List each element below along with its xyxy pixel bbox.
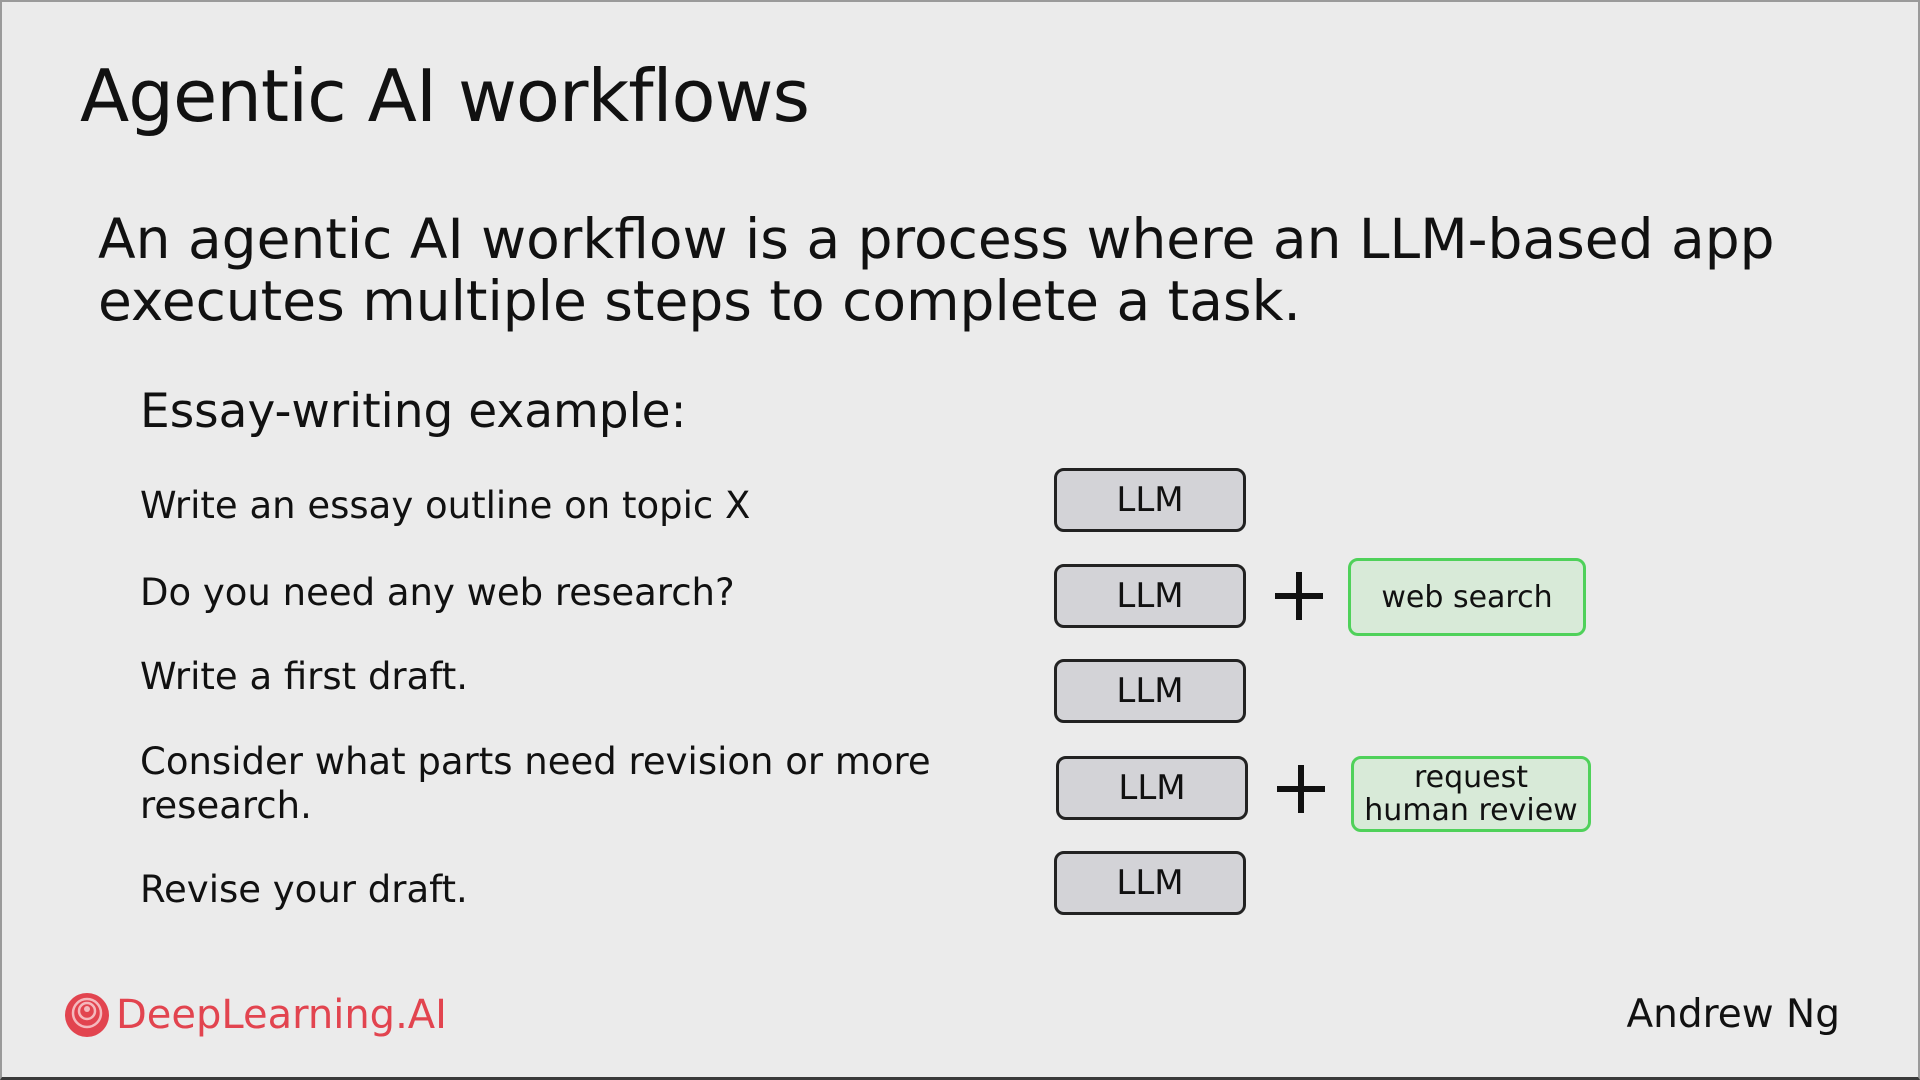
slide: Agentic AI workflows An agentic AI workf… [0, 0, 1920, 1080]
step-5-llm-box: LLM [1054, 851, 1246, 915]
definition-line-2: executes multiple steps to complete a ta… [98, 269, 1301, 333]
plus-icon [1275, 572, 1323, 620]
deeplearning-ai-logo: DeepLearning.AI [64, 992, 447, 1038]
step-2-llm-box: LLM [1054, 564, 1246, 628]
deeplearning-ai-logo-icon [65, 993, 109, 1037]
step-2-label: Do you need any web research? [140, 571, 735, 614]
human-review-tool-box: request human review [1351, 756, 1591, 832]
step-3-label: Write a first draft. [140, 655, 468, 698]
step-3-llm-box: LLM [1054, 659, 1246, 723]
step-4-label-line-1: Consider what parts need revision or mor… [140, 740, 931, 783]
web-search-tool-box: web search [1348, 558, 1586, 636]
author-name: Andrew Ng [1626, 992, 1840, 1037]
logo-text: DeepLearning.AI [116, 992, 447, 1038]
step-4-label-line-2: research. [140, 784, 312, 827]
step-5-text: Revise your draft. [140, 868, 468, 912]
step-4-text: Consider what parts need revision or mor… [140, 740, 931, 828]
definition-line-1: An agentic AI workflow is a process wher… [98, 207, 1775, 271]
page-title: Agentic AI workflows [80, 54, 810, 138]
example-heading: Essay-writing example: [140, 384, 687, 439]
step-1-text: Write an essay outline on topic X [140, 484, 750, 528]
web-search-label: web search [1381, 579, 1553, 615]
human-review-label-line-1: request [1413, 760, 1529, 795]
step-1-label: Write an essay outline on topic X [140, 484, 751, 527]
step-2-text: Do you need any web research? [140, 571, 735, 615]
definition-text: An agentic AI workflow is a process wher… [98, 208, 1858, 332]
step-5-label: Revise your draft. [140, 868, 468, 911]
step-4-llm-box: LLM [1056, 756, 1248, 820]
human-review-label-line-2: human review [1364, 793, 1578, 828]
step-3-text: Write a first draft. [140, 655, 468, 699]
plus-icon [1277, 765, 1325, 813]
step-1-llm-box: LLM [1054, 468, 1246, 532]
